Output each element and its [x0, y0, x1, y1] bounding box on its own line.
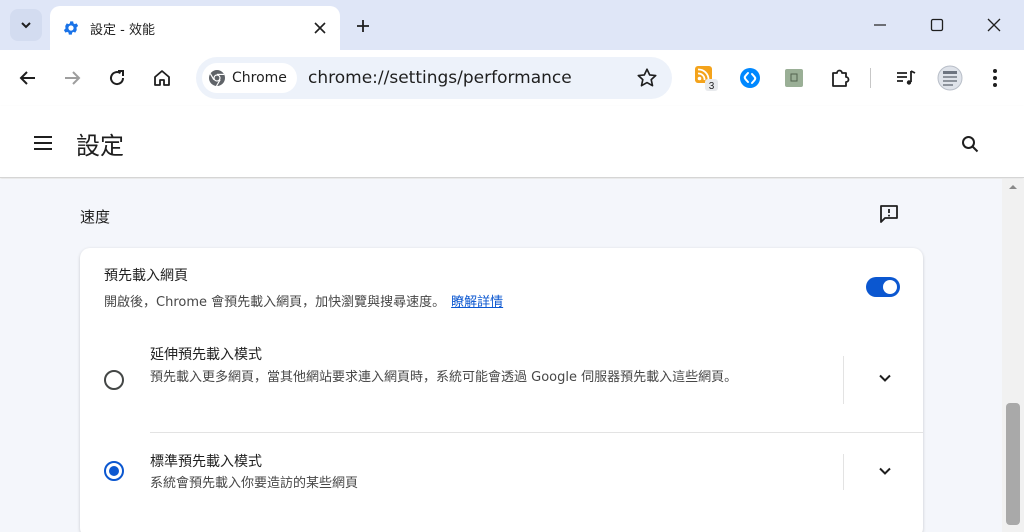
home-button[interactable] — [146, 62, 178, 94]
back-button[interactable] — [12, 62, 44, 94]
shazam-extension-button[interactable] — [736, 64, 764, 92]
settings-content: 速度 預先載入網頁 開啟後，Chrome 會預先載入網頁，加快瀏覽與搜尋速度。瞭… — [0, 179, 1024, 532]
option-divider — [843, 356, 844, 404]
close-icon — [987, 18, 1001, 32]
toolbar-divider — [870, 68, 871, 88]
plus-icon — [357, 20, 369, 32]
more-vert-icon — [993, 69, 997, 87]
tab-title: 設定 - 效能 — [90, 22, 155, 38]
chevron-down-icon — [879, 467, 891, 475]
minimize-icon — [874, 24, 886, 26]
scrollbar-thumb[interactable] — [1006, 403, 1020, 525]
green-extension-button[interactable] — [780, 64, 808, 92]
learn-more-link[interactable]: 瞭解詳情 — [451, 295, 503, 310]
close-window-button[interactable] — [978, 9, 1010, 41]
feedback-icon — [880, 205, 898, 223]
extended-preload-radio[interactable] — [104, 370, 124, 390]
chevron-down-icon — [21, 22, 31, 29]
preload-description: 開啟後，Chrome 會預先載入網頁，加快瀏覽與搜尋速度。 — [104, 295, 446, 310]
chrome-logo-icon — [209, 70, 225, 87]
option-divider — [843, 454, 844, 490]
option-description: 預先載入更多網頁，當其他網站要求連入網頁時，系統可能會透過 Google 伺服器… — [150, 370, 738, 385]
chevron-down-icon — [879, 374, 891, 382]
rss-icon: 3 — [695, 66, 718, 92]
search-icon — [962, 136, 979, 153]
maximize-button[interactable] — [921, 9, 953, 41]
tab-settings[interactable]: 設定 - 效能 — [50, 6, 340, 50]
home-icon — [154, 70, 170, 86]
scroll-up-arrow-icon[interactable] — [1008, 182, 1018, 192]
maximize-icon — [930, 18, 944, 32]
rss-badge-count: 3 — [709, 81, 715, 92]
extension-square-icon — [785, 69, 803, 87]
feedback-button[interactable] — [876, 201, 902, 227]
search-settings-button[interactable] — [956, 130, 984, 158]
main-menu-button[interactable] — [28, 128, 58, 158]
option-description: 系統會預先載入你要造訪的某些網頁 — [150, 476, 359, 491]
minimize-button[interactable] — [864, 9, 896, 41]
option-title: 標準預先載入模式 — [150, 454, 262, 470]
url-text[interactable]: chrome://settings/performance — [308, 68, 572, 88]
option-separator — [150, 432, 923, 433]
media-queue-icon — [897, 70, 916, 85]
page-title: 設定 — [76, 132, 124, 160]
expand-extended-button[interactable] — [871, 364, 899, 392]
expand-standard-button[interactable] — [871, 457, 899, 485]
rss-extension-button[interactable]: 3 — [694, 64, 722, 92]
tab-strip: 設定 - 效能 — [0, 0, 1024, 50]
chrome-menu-button[interactable] — [981, 64, 1009, 92]
arrow-left-icon — [19, 71, 35, 85]
section-title: 速度 — [80, 208, 111, 226]
forward-button[interactable] — [56, 62, 88, 94]
reload-icon — [110, 70, 125, 86]
preload-description-row: 開啟後，Chrome 會預先載入網頁，加快瀏覽與搜尋速度。 瞭解詳情 — [104, 291, 503, 310]
arrow-right-icon — [65, 71, 81, 85]
settings-header: 設定 — [0, 106, 1024, 178]
profile-button[interactable] — [936, 64, 964, 92]
address-bar[interactable]: Chrome chrome://settings/performance — [196, 57, 672, 99]
puzzle-icon — [832, 69, 850, 87]
site-info-chip[interactable]: Chrome — [202, 63, 297, 93]
close-icon — [314, 22, 326, 34]
star-icon[interactable] — [636, 67, 658, 89]
toggle-knob — [883, 280, 897, 294]
gear-icon — [63, 21, 79, 35]
site-chip-label: Chrome — [232, 70, 287, 86]
preload-title: 預先載入網頁 — [104, 268, 188, 284]
toolbar: Chrome chrome://settings/performance 3 — [0, 50, 1024, 106]
tab-close-button[interactable] — [310, 18, 330, 38]
avatar-icon — [937, 65, 963, 91]
preload-toggle[interactable] — [866, 277, 900, 297]
new-tab-button[interactable] — [350, 13, 376, 39]
preload-card: 預先載入網頁 開啟後，Chrome 會預先載入網頁，加快瀏覽與搜尋速度。 瞭解詳情… — [80, 248, 923, 532]
tab-search-button[interactable] — [10, 9, 42, 41]
shazam-icon — [740, 68, 760, 88]
reload-button[interactable] — [101, 62, 133, 94]
option-title: 延伸預先載入模式 — [150, 347, 262, 363]
standard-preload-radio[interactable] — [104, 461, 124, 481]
extensions-menu-button[interactable] — [826, 64, 854, 92]
hamburger-menu-icon — [34, 136, 52, 150]
media-controls-button[interactable] — [892, 64, 920, 92]
